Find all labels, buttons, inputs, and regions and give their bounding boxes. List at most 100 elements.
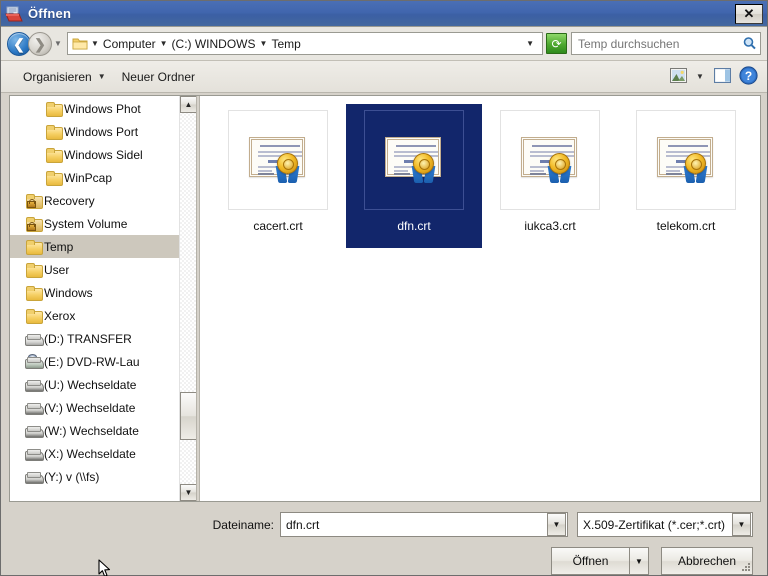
file-name-label: dfn.crt bbox=[397, 219, 431, 233]
breadcrumb[interactable]: ▼ Computer ▼ (C:) WINDOWS ▼ Temp ▼ bbox=[67, 32, 543, 55]
help-icon: ? bbox=[738, 65, 758, 88]
file-name-label: cacert.crt bbox=[253, 219, 303, 233]
breadcrumb-separator-2[interactable]: ▼ bbox=[259, 39, 269, 48]
triangle-down-icon: ▼ bbox=[184, 488, 193, 497]
tree-item[interactable]: Recovery bbox=[10, 189, 179, 212]
tree-item[interactable]: Windows bbox=[10, 281, 179, 304]
view-mode-button[interactable] bbox=[665, 66, 691, 88]
tree-item-label: WinPcap bbox=[64, 170, 113, 185]
address-dropdown-button[interactable]: ▼ bbox=[520, 39, 540, 48]
tree-item[interactable]: Windows Phot bbox=[10, 97, 179, 120]
tree-item[interactable]: Windows Port bbox=[10, 120, 179, 143]
open-dropdown-button[interactable]: ▼ bbox=[629, 547, 649, 575]
seal-icon bbox=[277, 153, 298, 174]
tree-item-label: (Y:) v (\\fs) bbox=[44, 469, 100, 484]
view-mode-dropdown[interactable]: ▼ bbox=[691, 66, 709, 88]
tree-item[interactable]: Xerox bbox=[10, 304, 179, 327]
drive-icon bbox=[25, 333, 44, 346]
organize-label: Organisieren bbox=[23, 69, 92, 84]
refresh-icon: ⟳ bbox=[551, 36, 562, 51]
folder-icon bbox=[46, 125, 63, 140]
filename-dropdown-button[interactable]: ▼ bbox=[547, 513, 566, 536]
search-box[interactable] bbox=[571, 32, 761, 55]
lock-icon bbox=[27, 199, 36, 208]
breadcrumb-separator-0[interactable]: ▼ bbox=[90, 39, 100, 48]
preview-pane-button[interactable] bbox=[709, 66, 735, 88]
new-folder-button[interactable]: Neuer Ordner bbox=[114, 67, 203, 87]
folder-icon bbox=[46, 148, 63, 163]
file-name-label: iukca3.crt bbox=[524, 219, 576, 233]
breadcrumb-item-temp[interactable]: Temp bbox=[268, 36, 303, 52]
open-button[interactable]: Öffnen bbox=[551, 547, 629, 575]
file-thumbnail bbox=[228, 110, 328, 210]
filetype-dropdown-button[interactable]: ▼ bbox=[732, 513, 751, 536]
chevron-down-icon: ▼ bbox=[97, 72, 106, 81]
tree-item-icon bbox=[44, 148, 64, 163]
tree-item[interactable]: User bbox=[10, 258, 179, 281]
tree-item[interactable]: WinPcap bbox=[10, 166, 179, 189]
tree-item-icon bbox=[24, 448, 44, 461]
triangle-up-icon: ▲ bbox=[184, 100, 193, 109]
svg-text:?: ? bbox=[744, 69, 751, 83]
close-button[interactable]: ✕ bbox=[735, 3, 763, 24]
certificate-icon bbox=[249, 137, 307, 183]
breadcrumb-item-computer[interactable]: Computer bbox=[100, 36, 159, 52]
tree-item[interactable]: (D:) TRANSFER bbox=[10, 327, 179, 350]
file-item[interactable]: cacert.crt bbox=[210, 104, 346, 248]
tree-item[interactable]: Windows Sidel bbox=[10, 143, 179, 166]
tree-item[interactable]: (W:) Wechseldate bbox=[10, 419, 179, 442]
help-button[interactable]: ? bbox=[735, 65, 761, 88]
scroll-down-button[interactable]: ▼ bbox=[180, 484, 196, 501]
forward-button[interactable]: ❯ bbox=[28, 31, 52, 56]
search-icon[interactable] bbox=[738, 33, 760, 54]
breadcrumb-separator-1[interactable]: ▼ bbox=[159, 39, 169, 48]
resize-grip-icon[interactable] bbox=[739, 561, 751, 573]
certificate-icon bbox=[521, 137, 579, 183]
file-item[interactable]: iukca3.crt bbox=[482, 104, 618, 248]
tree-item-icon bbox=[24, 425, 44, 438]
scroll-up-button[interactable]: ▲ bbox=[180, 96, 196, 113]
tree-item[interactable]: (E:) DVD-RW-Lau bbox=[10, 350, 179, 373]
tree-item-label: Xerox bbox=[44, 308, 76, 323]
tree-item-label: Windows Phot bbox=[64, 101, 141, 116]
open-button-label: Öffnen bbox=[572, 554, 609, 568]
network-drive-icon bbox=[25, 471, 44, 484]
removable-drive-icon bbox=[25, 425, 44, 438]
file-item[interactable]: dfn.crt bbox=[346, 104, 482, 248]
window-title: Öffnen bbox=[28, 6, 72, 21]
tree-item[interactable]: (X:) Wechseldate bbox=[10, 442, 179, 465]
file-name-label: telekom.crt bbox=[656, 219, 716, 233]
new-folder-label: Neuer Ordner bbox=[121, 69, 195, 84]
tree-item-icon bbox=[24, 240, 44, 255]
tree-item[interactable]: (U:) Wechseldate bbox=[10, 373, 179, 396]
tree-item-label: Windows Sidel bbox=[64, 147, 143, 162]
locked-folder-icon bbox=[26, 217, 43, 232]
file-thumbnail bbox=[500, 110, 600, 210]
filetype-combobox[interactable]: X.509-Zertifikat (*.cer;*.crt) ▼ bbox=[577, 512, 753, 537]
disc-icon bbox=[28, 353, 37, 360]
file-thumbnail bbox=[636, 110, 736, 210]
search-input[interactable] bbox=[578, 36, 738, 51]
tree-scrollbar[interactable]: ▲ ▼ bbox=[179, 96, 196, 501]
forward-arrow-icon: ❯ bbox=[34, 35, 46, 52]
locked-folder-icon bbox=[26, 194, 43, 209]
refresh-button[interactable]: ⟳ bbox=[546, 33, 567, 54]
scrollbar-thumb[interactable] bbox=[180, 392, 196, 440]
recent-locations-button[interactable]: ▼ bbox=[52, 32, 64, 56]
tree-item[interactable]: System Volume bbox=[10, 212, 179, 235]
tree-item-icon bbox=[24, 286, 44, 301]
breadcrumb-item-drive-c[interactable]: (C:) WINDOWS bbox=[169, 36, 259, 52]
tree-item-icon bbox=[24, 402, 44, 415]
preview-pane-icon bbox=[713, 67, 731, 86]
back-arrow-icon: ❮ bbox=[13, 35, 25, 52]
filename-combobox[interactable]: ▼ bbox=[280, 512, 568, 537]
tree-item[interactable]: Temp bbox=[10, 235, 179, 258]
organize-button[interactable]: Organisieren ▼ bbox=[15, 67, 114, 87]
open-file-dialog: Öffnen ✕ ❮ ❯ ▼ ▼ Computer ▼ (C:) WINDOWS bbox=[0, 0, 768, 576]
file-item[interactable]: telekom.crt bbox=[618, 104, 754, 248]
dvd-drive-icon bbox=[25, 353, 44, 369]
tree-item[interactable]: (V:) Wechseldate bbox=[10, 396, 179, 419]
tree-item-label: (X:) Wechseldate bbox=[44, 446, 136, 461]
filename-input[interactable] bbox=[286, 517, 547, 532]
tree-item[interactable]: (Y:) v (\\fs) bbox=[10, 465, 179, 488]
